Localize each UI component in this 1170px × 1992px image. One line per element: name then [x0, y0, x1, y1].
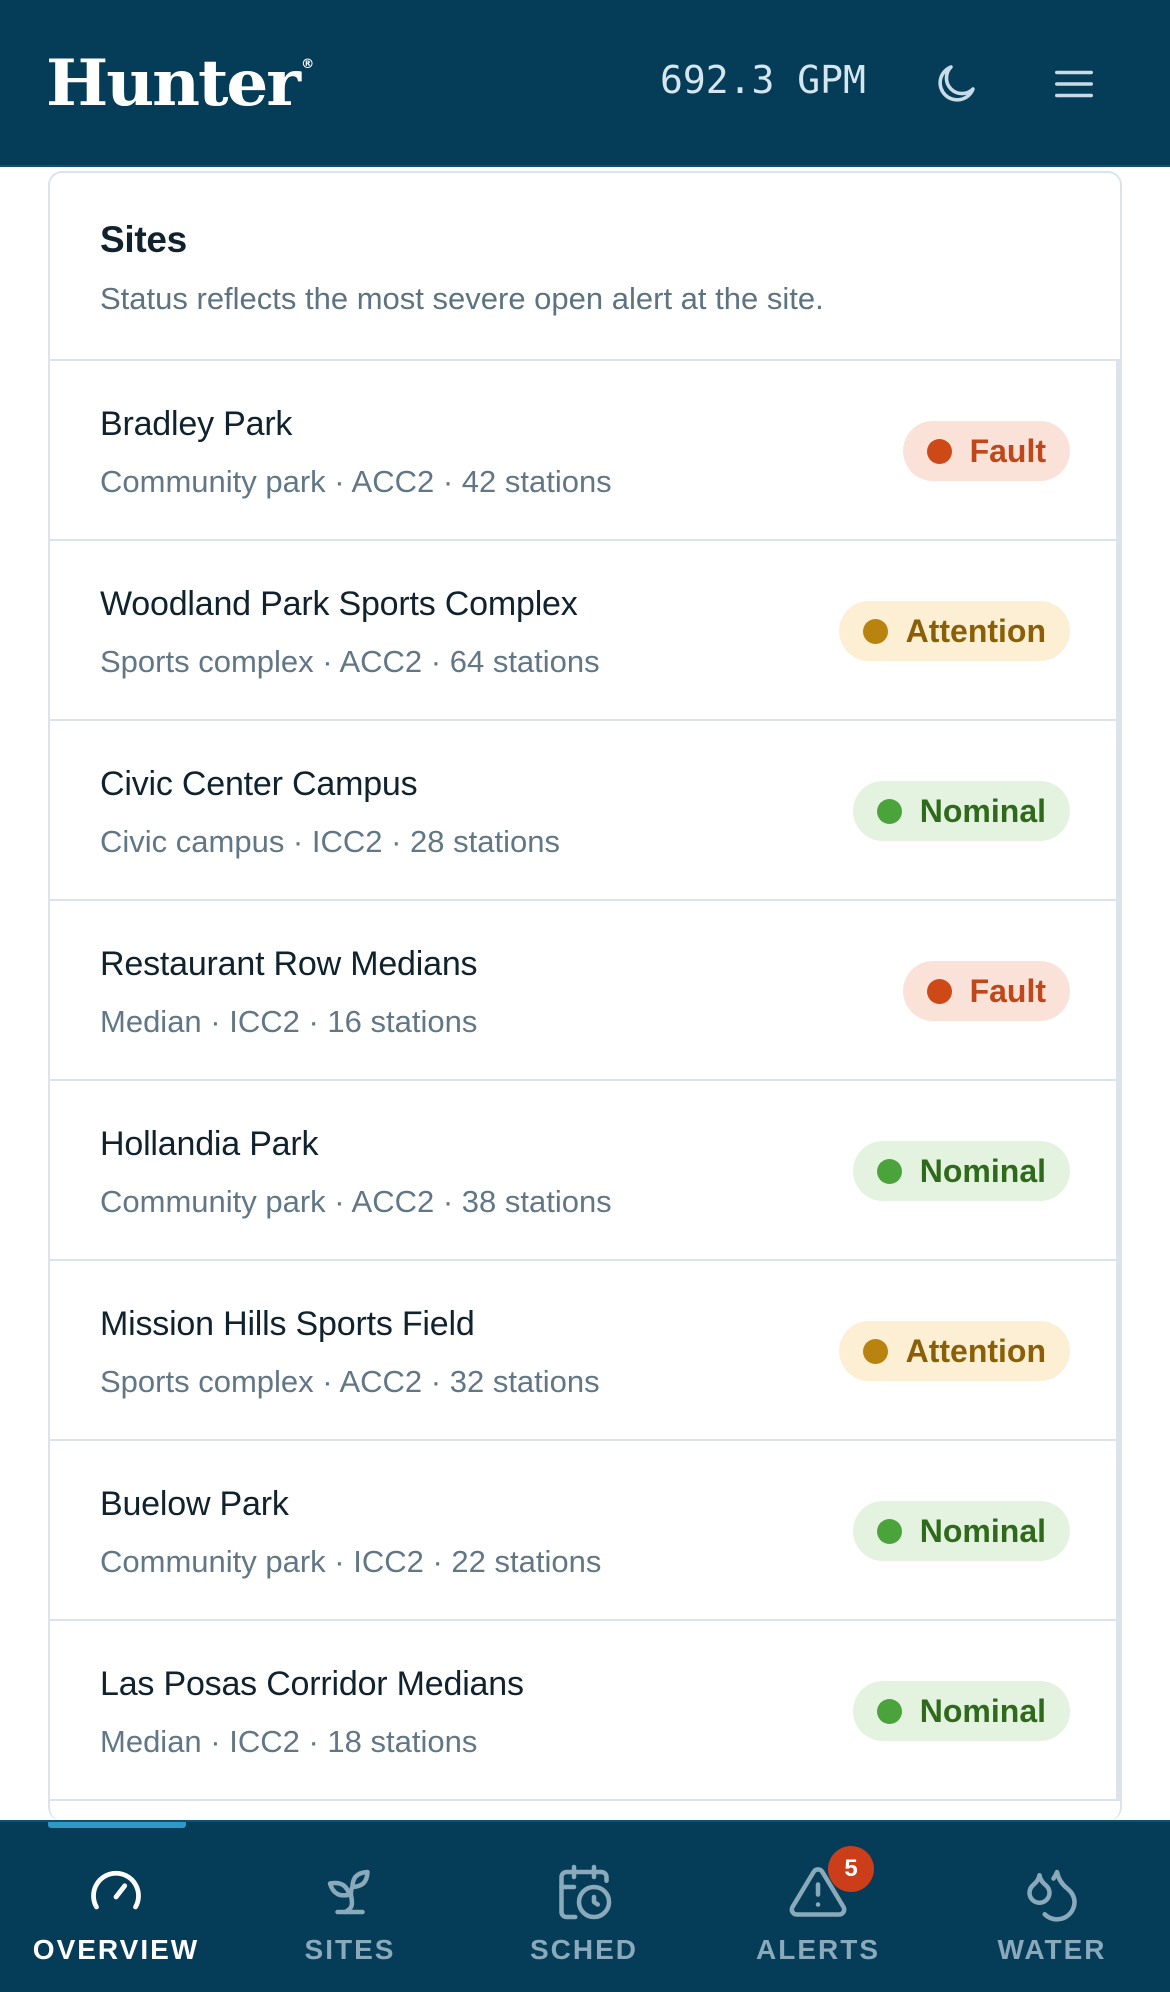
gauge-icon	[86, 1862, 146, 1922]
status-badge: Nominal	[852, 1501, 1070, 1561]
bottom-navigation: OVERVIEW SITES SCHED 5 ALERTS WATER	[0, 1820, 1170, 1992]
tab-schedule[interactable]: SCHED	[494, 1862, 674, 1972]
water-drops-icon	[1022, 1862, 1082, 1922]
site-row[interactable]: Hollandia Park Community park · ACC2 · 3…	[50, 1081, 1116, 1261]
site-row[interactable]: Civic Center Campus Civic campus · ICC2 …	[50, 721, 1116, 901]
tab-label: SCHED	[529, 1934, 638, 1965]
status-badge: Nominal	[852, 781, 1070, 841]
status-badge: Attention	[838, 1321, 1070, 1381]
moon-icon	[938, 65, 975, 102]
status-label: Fault	[969, 432, 1046, 469]
app-header: Hunter ® 692.3 GPM	[0, 0, 1170, 167]
alerts-count-badge: 5	[828, 1846, 874, 1892]
sites-title: Sites	[100, 219, 187, 260]
site-row[interactable]: Bradley Park Community park · ACC2 · 42 …	[50, 361, 1116, 541]
status-dot	[926, 978, 952, 1004]
registered-mark: ®	[300, 57, 315, 72]
status-badge: Nominal	[852, 1681, 1070, 1741]
site-row[interactable]: Mission Hills Sports Field Sports comple…	[50, 1261, 1116, 1441]
status-dot	[862, 1338, 888, 1364]
status-dot	[876, 1698, 902, 1724]
sites-subtitle: Status reflects the most severe open ale…	[100, 281, 824, 316]
status-badge: Fault	[902, 961, 1070, 1021]
theme-toggle-button[interactable]	[928, 56, 984, 112]
status-label: Nominal	[919, 1152, 1046, 1189]
active-tab-indicator	[48, 1822, 186, 1828]
tab-alerts[interactable]: 5 ALERTS	[728, 1846, 908, 1972]
sites-list: Bradley Park Community park · ACC2 · 42 …	[50, 361, 1120, 1801]
total-flow-readout: 692.3 GPM	[660, 58, 866, 102]
tab-label: WATER	[997, 1934, 1107, 1965]
status-label: Nominal	[919, 1512, 1046, 1549]
brand-wordmark: Hunter	[46, 46, 301, 121]
site-row[interactable]: Restaurant Row Medians Median · ICC2 · 1…	[50, 901, 1116, 1081]
status-label: Nominal	[919, 792, 1046, 829]
site-row[interactable]: Las Posas Corridor Medians Median · ICC2…	[50, 1621, 1116, 1801]
brand-logo[interactable]: Hunter ®	[46, 52, 314, 116]
status-dot	[926, 438, 952, 464]
site-row[interactable]: Buelow Park Community park · ICC2 · 22 s…	[50, 1441, 1116, 1621]
site-row[interactable]: Woodland Park Sports Complex Sports comp…	[50, 541, 1116, 721]
status-label: Fault	[969, 972, 1046, 1009]
status-dot	[876, 1518, 902, 1544]
status-dot	[876, 1158, 902, 1184]
menu-button[interactable]	[1046, 56, 1102, 112]
status-badge: Nominal	[852, 1141, 1070, 1201]
calendar-clock-icon	[554, 1862, 614, 1922]
sites-card-header: Sites Status reflects the most severe op…	[50, 173, 1120, 361]
status-badge: Fault	[902, 421, 1070, 481]
hamburger-menu-icon	[1055, 70, 1093, 98]
sprout-icon	[320, 1862, 380, 1922]
tab-overview[interactable]: OVERVIEW	[26, 1862, 206, 1972]
alert-triangle-icon: 5	[788, 1846, 874, 1922]
status-dot	[862, 618, 888, 644]
status-badge: Attention	[838, 601, 1070, 661]
tab-label: ALERTS	[756, 1934, 880, 1965]
status-dot	[876, 798, 902, 824]
tab-sites[interactable]: SITES	[260, 1862, 440, 1972]
tab-water[interactable]: WATER	[962, 1862, 1142, 1972]
tab-label: SITES	[304, 1934, 396, 1965]
status-label: Attention	[905, 612, 1046, 649]
status-label: Attention	[905, 1332, 1046, 1369]
status-label: Nominal	[919, 1692, 1046, 1729]
sites-card: Sites Status reflects the most severe op…	[48, 171, 1122, 1821]
tab-label: OVERVIEW	[32, 1934, 200, 1965]
